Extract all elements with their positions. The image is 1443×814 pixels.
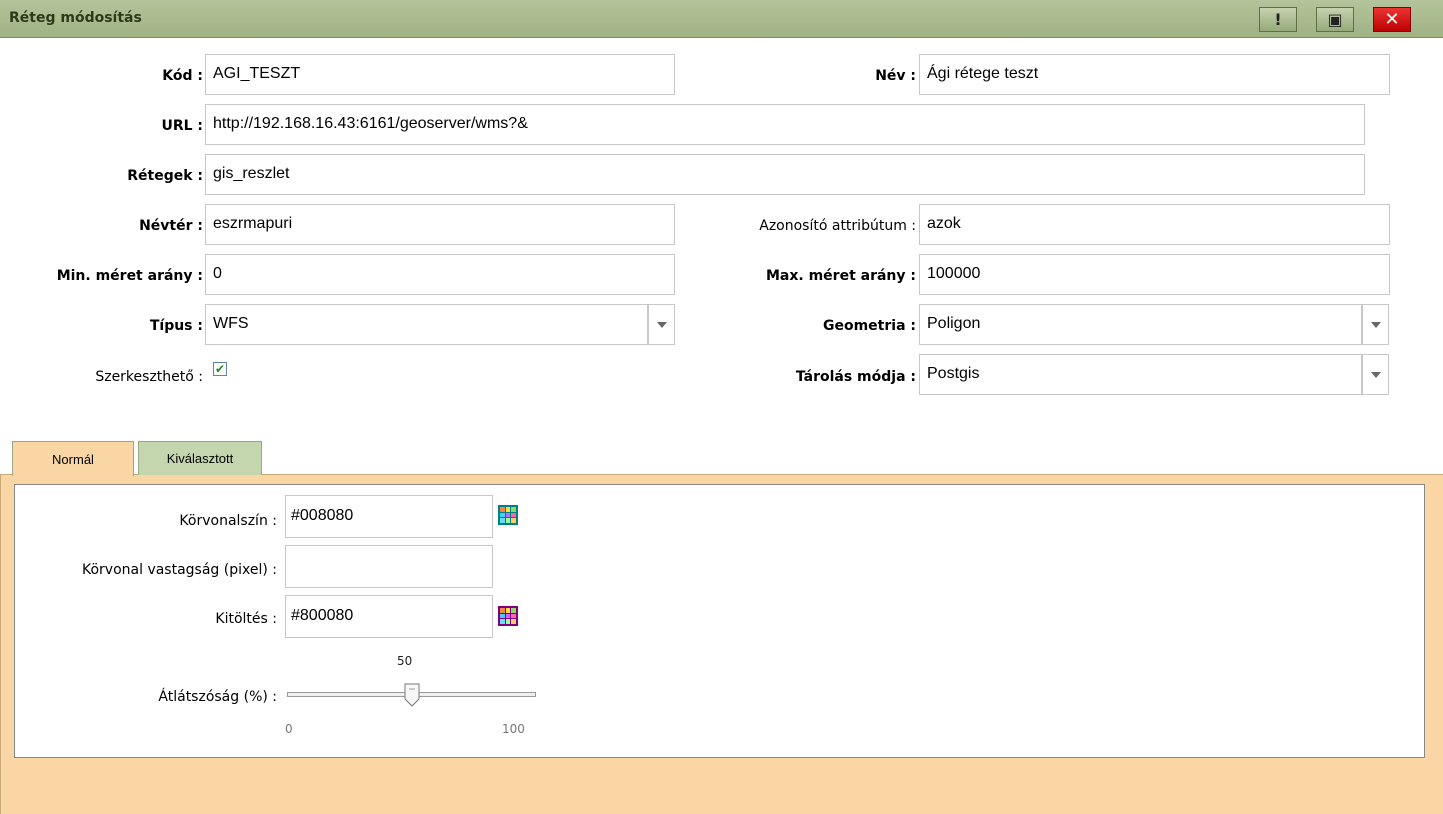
info-button[interactable]: ! [1259, 7, 1297, 32]
tarolas-label: Tárolás módja : [795, 369, 916, 385]
geometria-select[interactable]: Poligon [919, 304, 1362, 345]
max-meret-input[interactable]: 100000 [919, 254, 1390, 295]
chevron-down-icon [1370, 321, 1381, 328]
min-meret-label: Min. méret arány : [56, 268, 203, 284]
retegek-label: Rétegek : [127, 168, 203, 184]
tipus-select[interactable]: WFS [205, 304, 648, 345]
chevron-down-icon [656, 321, 667, 328]
close-button[interactable]: ✕ [1373, 7, 1411, 32]
min-meret-input[interactable]: 0 [205, 254, 675, 295]
vastagsag-input[interactable] [285, 545, 493, 588]
azonosito-label: Azonosító attribútum : [759, 218, 916, 234]
window-titlebar [0, 0, 1443, 38]
slider-max-label: 100 [502, 722, 525, 736]
szerkesztheto-checkbox[interactable]: ✔ [213, 362, 227, 376]
slider-thumb[interactable] [404, 683, 420, 707]
color-picker-icon[interactable] [498, 505, 518, 525]
nev-label: Név : [875, 68, 916, 84]
tab-kivalasztott[interactable]: Kiválasztott [138, 441, 262, 475]
retegek-input[interactable]: gis_reszlet [205, 154, 1365, 195]
nev-input[interactable]: Ági rétege teszt [919, 54, 1390, 95]
window-title: Réteg módosítás [9, 10, 142, 26]
geometria-dropdown-button[interactable] [1362, 304, 1389, 345]
save-button[interactable]: ▣ [1316, 7, 1354, 32]
kitoltes-label: Kitöltés : [215, 611, 277, 627]
atlatszosag-label: Átlátszóság (%) : [158, 689, 277, 705]
kod-input[interactable]: AGI_TESZT [205, 54, 675, 95]
kod-label: Kód : [162, 68, 203, 84]
korvonalszin-input[interactable]: #008080 [285, 495, 493, 538]
tipus-label: Típus : [149, 318, 203, 334]
tarolas-select[interactable]: Postgis [919, 354, 1362, 395]
max-meret-label: Max. méret arány : [765, 268, 916, 284]
nevter-label: Névtér : [139, 218, 203, 234]
tipus-dropdown-button[interactable] [648, 304, 675, 345]
kitoltes-input[interactable]: #800080 [285, 595, 493, 638]
slider-value-label: 50 [397, 654, 413, 668]
tab-normal[interactable]: Normál [12, 441, 134, 476]
vastagsag-label: Körvonal vastagság (pixel) : [82, 562, 277, 578]
nevter-input[interactable]: eszrmapuri [205, 204, 675, 245]
chevron-down-icon [1370, 371, 1381, 378]
tarolas-dropdown-button[interactable] [1362, 354, 1389, 395]
geometria-label: Geometria : [822, 318, 916, 334]
color-picker-icon[interactable] [498, 606, 518, 626]
url-input[interactable]: http://192.168.16.43:6161/geoserver/wms?… [205, 104, 1365, 145]
korvonalszin-label: Körvonalszín : [179, 513, 277, 529]
szerkesztheto-label: Szerkeszthető : [95, 369, 203, 385]
url-label: URL : [161, 118, 203, 134]
azonosito-input[interactable]: azok [919, 204, 1390, 245]
slider-min-label: 0 [285, 722, 293, 736]
